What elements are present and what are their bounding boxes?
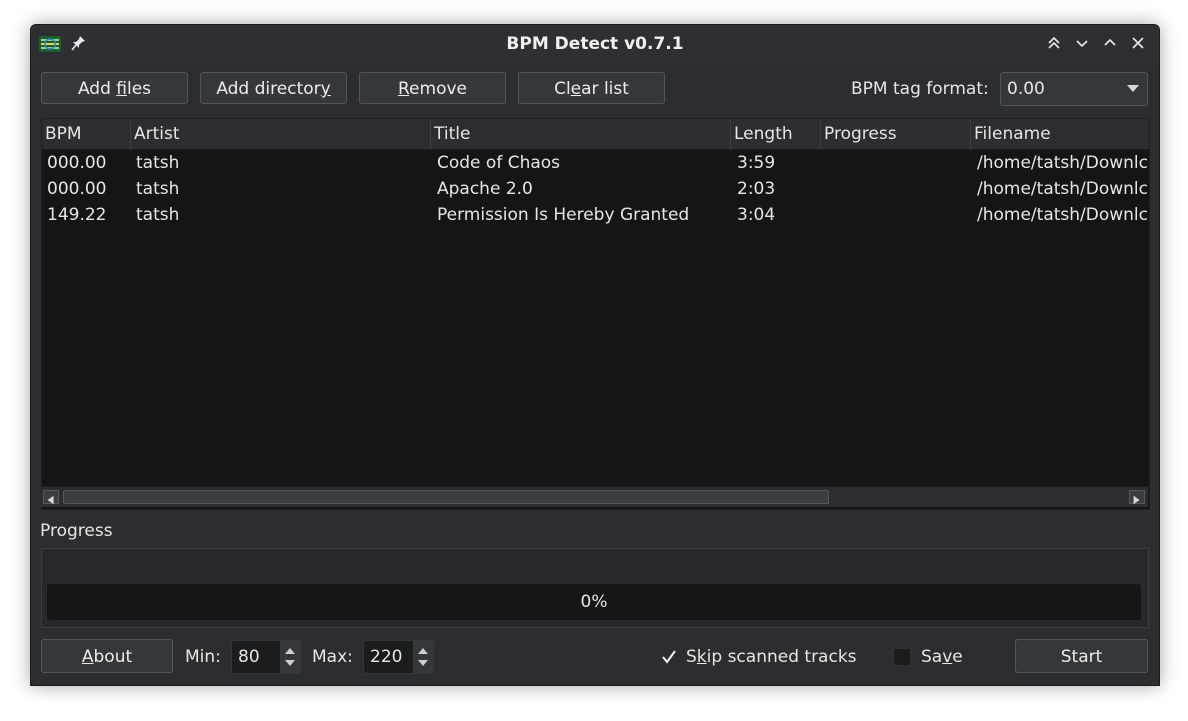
cell-filename: /home/tatsh/Downlc — [977, 153, 1148, 173]
table-row[interactable]: 149.22 tatsh Permission Is Hereby Grante… — [42, 202, 1149, 228]
add-directory-label-pre: Add director — [216, 79, 321, 99]
about-mnemonic: A — [81, 647, 94, 667]
cell-artist: tatsh — [136, 153, 180, 173]
about-label-post: bout — [93, 647, 133, 667]
maximize-icon — [1104, 38, 1116, 46]
tracks-table[interactable]: BPM Artist Title Length Progress Filenam… — [41, 118, 1150, 510]
cell-artist: tatsh — [136, 179, 180, 199]
column-header-bpm[interactable]: BPM — [42, 119, 130, 149]
save-label-post: e — [952, 647, 963, 667]
start-button[interactable]: Start — [1015, 639, 1148, 673]
skip-scanned-label-post: ip scanned tracks — [706, 647, 857, 667]
progress-bar: 0% — [47, 584, 1141, 620]
chevron-down-icon — [1127, 85, 1139, 92]
cell-bpm: 149.22 — [47, 205, 107, 225]
remove-mnemonic: R — [397, 79, 410, 99]
title-bar[interactable]: BPM Detect v0.7.1 — [31, 25, 1159, 63]
minimize-button[interactable] — [1072, 33, 1092, 53]
close-button[interactable] — [1128, 33, 1148, 53]
skip-scanned-mnemonic: k — [696, 647, 707, 667]
progress-percent: 0% — [580, 592, 608, 612]
min-spin-arrows[interactable] — [280, 641, 300, 673]
window-title: BPM Detect v0.7.1 — [506, 34, 684, 54]
cell-title: Permission Is Hereby Granted — [437, 205, 690, 225]
checkmark-icon — [662, 650, 676, 664]
table-header: BPM Artist Title Length Progress Filenam… — [42, 119, 1149, 150]
cell-bpm: 000.00 — [47, 153, 107, 173]
bpm-tag-format-label: BPM tag format: — [851, 79, 989, 99]
cell-bpm: 000.00 — [47, 179, 107, 199]
triangle-right-icon — [1133, 495, 1140, 505]
max-bpm-spinbox[interactable]: 220 — [363, 640, 434, 674]
about-button[interactable]: About — [41, 639, 173, 673]
clear-list-mnemonic: e — [570, 79, 582, 99]
keep-above-button[interactable] — [1044, 33, 1064, 53]
column-header-progress[interactable]: Progress — [820, 119, 970, 149]
max-label: Max: — [312, 647, 353, 667]
skip-scanned-label[interactable]: Skip scanned tracks — [686, 640, 857, 674]
maximize-button[interactable] — [1100, 33, 1120, 53]
max-bpm-value: 220 — [370, 647, 403, 667]
spin-up-down-icon — [418, 648, 428, 666]
remove-button[interactable]: Remove — [359, 72, 506, 104]
save-label[interactable]: Save — [921, 640, 963, 674]
cell-length: 3:04 — [737, 205, 776, 225]
main-window: BPM Detect v0.7.1 Add files Add director… — [30, 24, 1160, 686]
cell-progress — [826, 202, 966, 228]
cell-title: Apache 2.0 — [437, 179, 533, 199]
cell-length: 2:03 — [737, 179, 776, 199]
bpm-tag-format-value: 0.00 — [1007, 79, 1045, 99]
cell-artist: tatsh — [136, 205, 180, 225]
table-row[interactable]: 000.00 tatsh Apache 2.0 2:03 /home/tatsh… — [42, 176, 1149, 202]
skip-scanned-label-pre: S — [686, 647, 697, 667]
cell-filename: /home/tatsh/Downlc — [977, 179, 1148, 199]
cell-title: Code of Chaos — [437, 153, 561, 173]
cell-progress — [826, 176, 966, 202]
minimize-icon — [1076, 40, 1088, 48]
save-label-pre: Sa — [921, 647, 943, 667]
table-row[interactable]: 000.00 tatsh Code of Chaos 3:59 /home/ta… — [42, 150, 1149, 176]
scroll-left-button[interactable] — [43, 490, 59, 505]
add-files-label-post: iles — [127, 79, 152, 99]
horizontal-scrollbar[interactable] — [41, 486, 1148, 507]
close-icon — [1132, 37, 1144, 49]
keep-above-icon — [1048, 36, 1060, 49]
column-header-artist[interactable]: Artist — [130, 119, 430, 149]
save-checkbox[interactable] — [893, 648, 911, 666]
add-files-mnemonic: f — [116, 79, 127, 99]
add-files-label-pre: Add — [77, 79, 117, 99]
add-files-button[interactable]: Add files — [41, 72, 188, 104]
triangle-left-icon — [47, 495, 54, 505]
column-header-title[interactable]: Title — [430, 119, 730, 149]
bpm-tag-format-select[interactable]: 0.00 — [1000, 72, 1148, 106]
remove-label-post: emove — [409, 79, 467, 99]
clear-list-label-post: ar list — [581, 79, 629, 99]
min-bpm-spinbox[interactable]: 80 — [231, 640, 301, 674]
min-label: Min: — [185, 647, 221, 667]
max-spin-arrows[interactable] — [413, 641, 433, 673]
save-mnemonic: v — [942, 647, 953, 667]
scroll-right-button[interactable] — [1129, 490, 1145, 505]
column-header-length[interactable]: Length — [730, 119, 820, 149]
add-directory-button[interactable]: Add directory — [200, 72, 347, 104]
cell-length: 3:59 — [737, 153, 776, 173]
skip-scanned-checkbox[interactable] — [660, 648, 678, 666]
cell-progress — [826, 150, 966, 176]
column-header-filename[interactable]: Filename — [970, 119, 1149, 149]
clear-list-label-pre: Cl — [554, 79, 571, 99]
min-bpm-value: 80 — [238, 647, 260, 667]
cell-filename: /home/tatsh/Downlc — [977, 205, 1148, 225]
spin-up-down-icon — [285, 648, 295, 666]
progress-group-label: Progress — [40, 521, 113, 541]
scrollbar-thumb[interactable] — [63, 490, 829, 504]
add-directory-mnemonic: y — [320, 79, 331, 99]
clear-list-button[interactable]: Clear list — [518, 72, 665, 104]
